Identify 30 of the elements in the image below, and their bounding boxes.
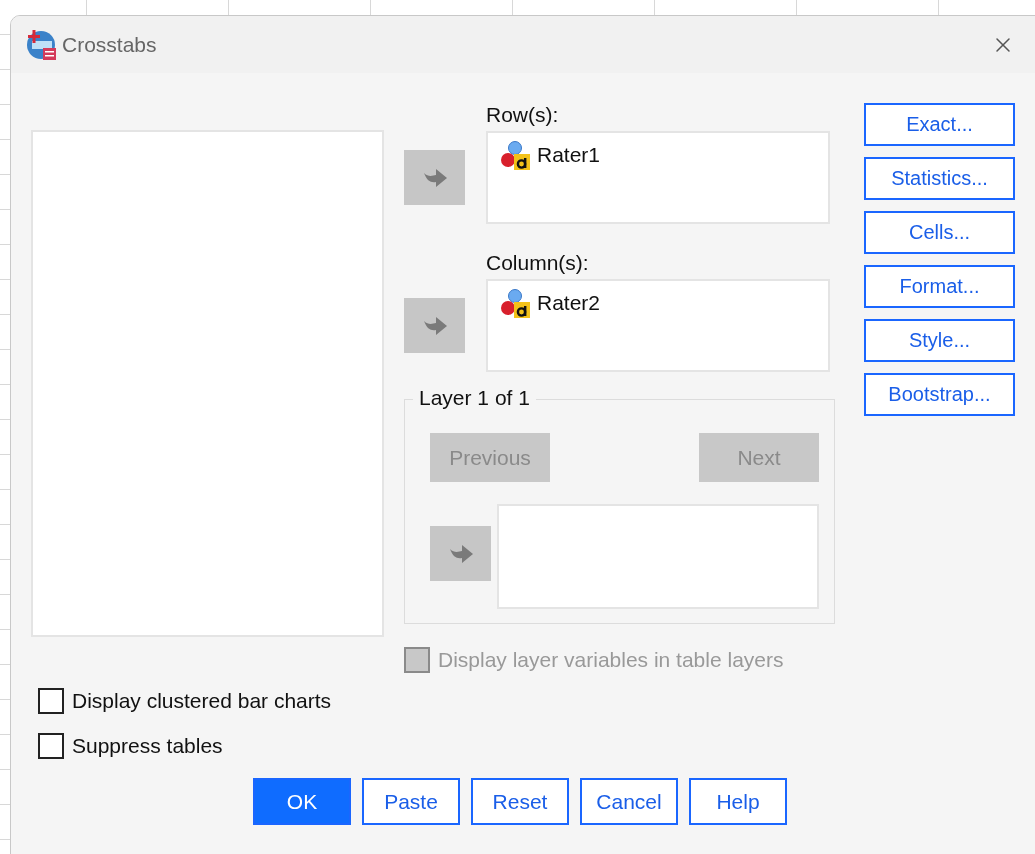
dialog-button[interactable]: Reset [471,778,569,825]
dialog-button[interactable]: Cells... [864,211,1015,254]
dialog-button[interactable]: Format... [864,265,1015,308]
variable-list[interactable]: Rater2 [486,279,830,372]
arrow-right-icon [421,166,448,189]
checkbox-label: Display layer variables in table layers [438,648,784,672]
list-label: Column(s): [486,251,590,276]
variable-item[interactable]: Rater2 [537,291,601,315]
window-title: Crosstabs [62,32,158,57]
checkbox-label: Suppress tables [72,734,223,758]
variable-icon [500,140,532,170]
variable-icon [500,288,532,318]
checkbox[interactable] [38,688,64,714]
dialog-button[interactable]: OK [253,778,351,825]
dialog-button[interactable]: Help [689,778,787,825]
dialog-button[interactable]: Cancel [580,778,678,825]
dialog-button[interactable]: Paste [362,778,460,825]
layer-variable-list[interactable] [497,504,819,609]
checkbox[interactable] [38,733,64,759]
dialog-button[interactable]: Exact... [864,103,1015,146]
arrow-right-icon [421,314,448,337]
crosstabs-icon [26,28,58,61]
dialog-button[interactable]: Style... [864,319,1015,362]
arrow-right-icon [447,542,474,565]
dialog-button[interactable]: Statistics... [864,157,1015,200]
checkbox-label: Display clustered bar charts [72,689,332,713]
list-label: Row(s): [486,103,560,128]
variable-list[interactable]: Rater1 [486,131,830,224]
dialog-button[interactable]: Bootstrap... [864,373,1015,416]
variable-item[interactable]: Rater1 [537,143,601,167]
